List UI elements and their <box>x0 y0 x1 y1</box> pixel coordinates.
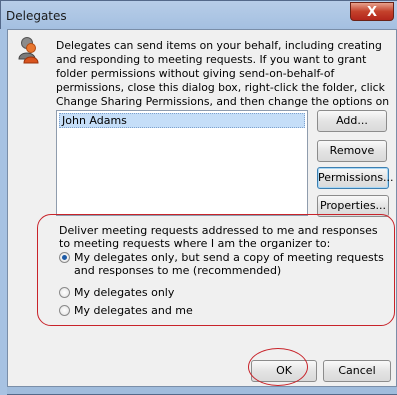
add-button[interactable]: Add... <box>317 110 387 132</box>
list-item[interactable]: John Adams <box>59 113 305 128</box>
window-title: Delegates <box>6 9 67 23</box>
cancel-button[interactable]: Cancel <box>323 360 391 382</box>
delegates-listbox[interactable]: John Adams <box>56 110 308 216</box>
annotation-rectangle <box>37 214 395 326</box>
remove-button[interactable]: Remove <box>317 140 387 162</box>
permissions-button[interactable]: Permissions... <box>317 167 394 189</box>
annotation-ellipse <box>248 348 308 386</box>
people-icon <box>18 37 39 64</box>
close-button[interactable]: X <box>350 2 394 21</box>
close-icon: X <box>366 5 378 20</box>
window-border <box>0 29 7 395</box>
